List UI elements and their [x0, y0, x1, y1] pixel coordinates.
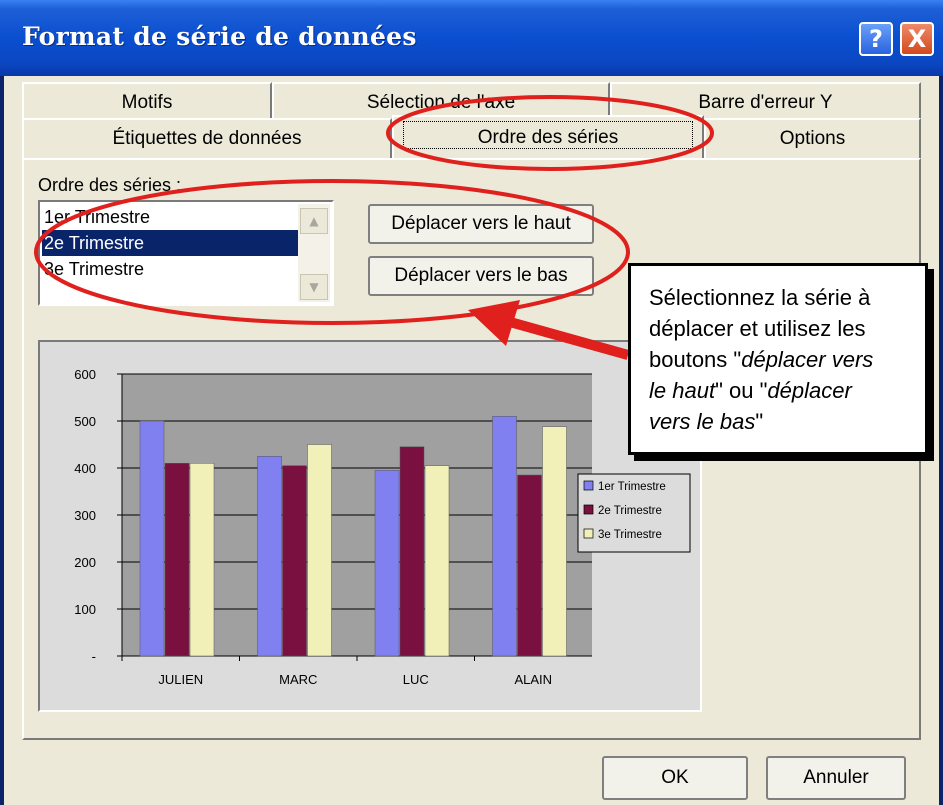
cancel-button[interactable]: Annuler — [766, 756, 906, 800]
series-order-label: Ordre des séries : — [38, 175, 182, 195]
x-tick-label: MARC — [279, 672, 317, 687]
bar-julien-s1 — [139, 420, 165, 657]
help-button[interactable]: ? — [859, 22, 893, 56]
bar-marc-s2 — [282, 465, 307, 657]
tab-motifs[interactable]: Motifs — [22, 82, 272, 118]
legend-label: 3e Trimestre — [598, 529, 662, 541]
tab-etiquettes[interactable]: Étiquettes de données — [22, 118, 392, 158]
legend-label: 2e Trimestre — [598, 505, 662, 517]
x-tick-label: ALAIN — [514, 672, 552, 687]
y-tick-label: 600 — [74, 367, 96, 382]
bar-julien-s3 — [189, 463, 215, 657]
ok-button[interactable]: OK — [602, 756, 748, 800]
bar-alain-s1 — [492, 416, 517, 657]
y-tick-label: 500 — [74, 414, 96, 429]
scroll-up-arrow-icon[interactable]: ▲ — [300, 208, 328, 234]
title-bar[interactable]: Format de série de données ? X — [0, 0, 943, 76]
y-tick-label: 200 — [74, 555, 96, 570]
bar-luc-s3 — [424, 465, 450, 657]
list-item-selected[interactable]: 2e Trimestre — [42, 230, 298, 256]
y-tick-label: 400 — [74, 461, 96, 476]
bar-alain-s2 — [517, 474, 542, 657]
list-item[interactable]: 1er Trimestre — [42, 204, 298, 230]
bar-marc-s1 — [257, 456, 282, 657]
bar-julien-s2 — [164, 463, 190, 657]
tab-options[interactable]: Options — [704, 118, 921, 158]
instruction-callout: Sélectionnez la série à déplacer et util… — [628, 263, 928, 455]
bar-chart: - 100 200 300 400 500 600 JULIEN MARC LUC ALAIN 1er… — [74, 367, 691, 687]
close-icon: X — [907, 25, 927, 53]
legend-label: 1er Trimestre — [598, 481, 666, 493]
legend-swatch — [583, 504, 594, 515]
scroll-down-arrow-icon[interactable]: ▼ — [300, 274, 328, 300]
move-down-button[interactable]: Déplacer vers le bas — [368, 256, 594, 296]
tab-barre-erreur-y[interactable]: Barre d'erreur Y — [610, 82, 921, 118]
listbox-scrollbar[interactable]: ▲ ▼ — [298, 204, 330, 302]
list-item[interactable]: 3e Trimestre — [42, 256, 298, 282]
legend-swatch — [583, 480, 594, 491]
y-tick-label: 100 — [74, 602, 96, 617]
bar-luc-s2 — [399, 446, 425, 657]
y-tick-label: 300 — [74, 508, 96, 523]
close-button[interactable]: X — [900, 22, 934, 56]
y-tick-label: - — [92, 649, 96, 664]
bar-marc-s3 — [307, 444, 332, 657]
bar-luc-s1 — [374, 470, 400, 657]
series-listbox[interactable]: 1er Trimestre 2e Trimestre 3e Trimestre … — [38, 200, 334, 306]
x-tick-label: JULIEN — [158, 672, 203, 687]
move-up-button[interactable]: Déplacer vers le haut — [368, 204, 594, 244]
help-icon: ? — [869, 25, 883, 53]
chart-preview: - 100 200 300 400 500 600 JULIEN MARC LUC ALAIN 1er… — [38, 340, 702, 712]
tab-selection-axe[interactable]: Sélection de l'axe — [272, 82, 610, 118]
tab-focus-outline — [403, 121, 693, 149]
legend-swatch — [583, 528, 594, 539]
bar-alain-s3 — [542, 426, 567, 657]
x-tick-label: LUC — [403, 672, 429, 687]
window-title: Format de série de données — [22, 22, 417, 51]
